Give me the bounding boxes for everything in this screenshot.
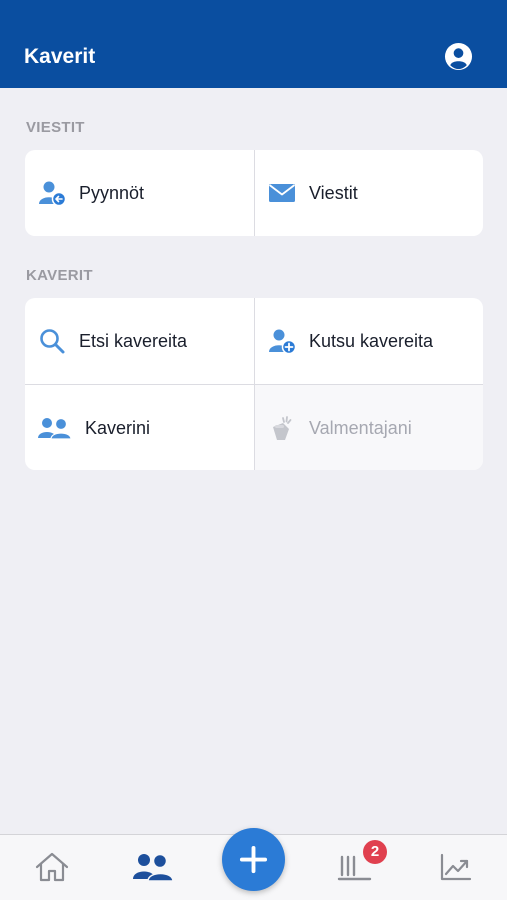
find-friends-button[interactable]: Etsi kavereita <box>25 298 254 384</box>
my-coaches-button[interactable]: Valmentajani <box>255 385 483 470</box>
my-friends-label: Kaverini <box>85 417 151 438</box>
app-header: Kaverit <box>0 0 507 88</box>
add-icon <box>239 845 268 874</box>
trend-icon[interactable] <box>436 847 476 887</box>
notification-badge: 2 <box>363 840 387 864</box>
mail-icon <box>268 184 296 202</box>
friend-request-icon <box>39 181 67 207</box>
friends-icon <box>38 417 72 440</box>
messages-label: Viestit <box>309 182 358 203</box>
divider <box>25 384 483 385</box>
friends-card: Etsi kavereita Kutsu kavereita Kaverini … <box>25 298 483 470</box>
messages-button[interactable]: Viestit <box>255 150 483 236</box>
profile-icon[interactable] <box>444 42 473 71</box>
search-icon <box>40 329 65 354</box>
add-button[interactable] <box>222 828 285 891</box>
my-friends-button[interactable]: Kaverini <box>25 385 254 470</box>
add-user-icon <box>269 329 297 355</box>
section-title-friends: KAVERIT <box>26 267 93 284</box>
find-friends-label: Etsi kavereita <box>79 330 188 351</box>
messages-card: Pyynnöt Viestit <box>25 150 483 236</box>
requests-label: Pyynnöt <box>79 182 145 203</box>
page-title: Kaverit <box>24 45 96 68</box>
coach-icon <box>273 416 292 440</box>
home-icon[interactable] <box>32 847 72 887</box>
my-coaches-label: Valmentajani <box>309 417 412 438</box>
requests-button[interactable]: Pyynnöt <box>25 150 254 236</box>
divider <box>254 150 255 236</box>
invite-friends-button[interactable]: Kutsu kavereita <box>255 298 483 384</box>
friends-tab-icon[interactable] <box>131 847 175 887</box>
invite-friends-label: Kutsu kavereita <box>309 330 434 351</box>
section-title-messages: VIESTIT <box>26 119 85 136</box>
